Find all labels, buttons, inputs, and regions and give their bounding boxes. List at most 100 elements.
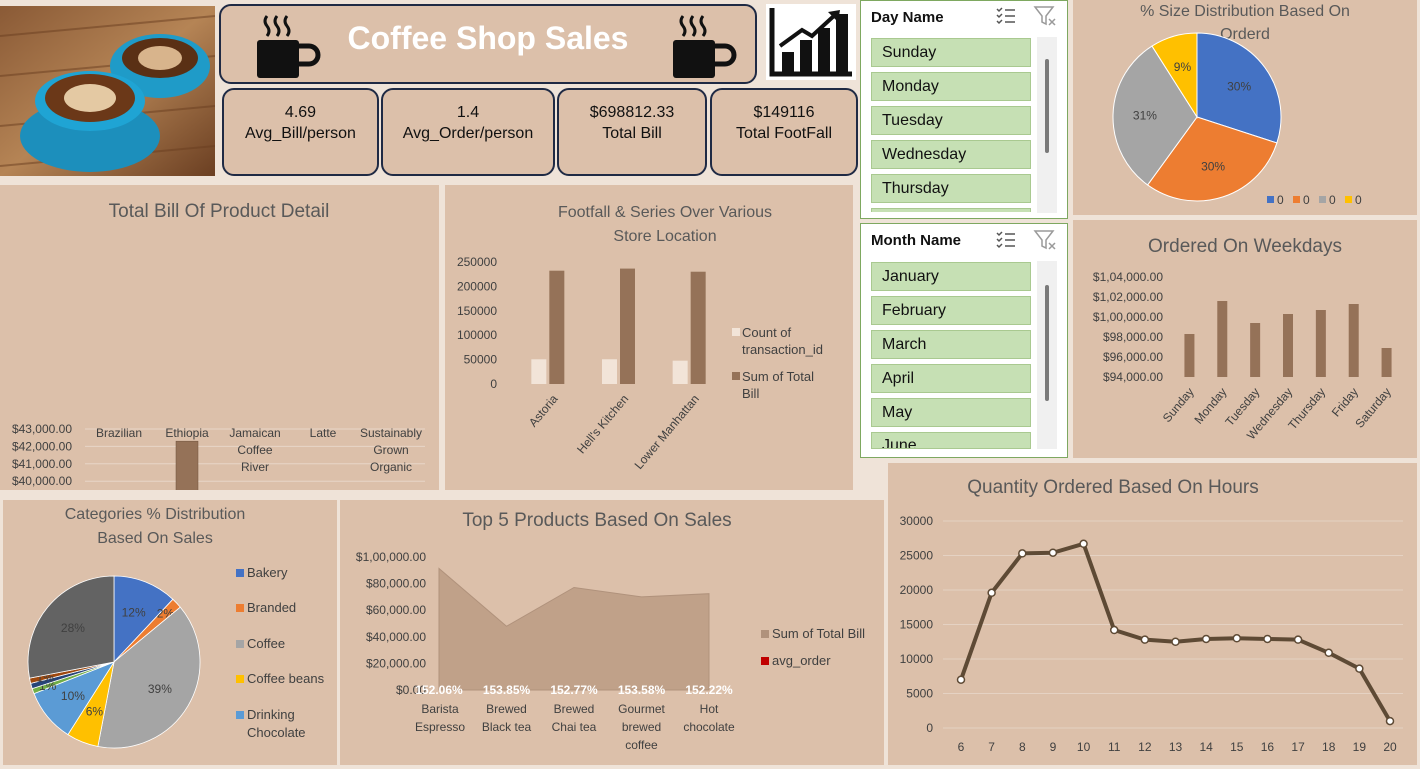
store-location-chart: Footfall & Series Over Various Store Loca… [457, 204, 823, 472]
legend-label: 0 [1277, 193, 1284, 207]
legend-label: 0 [1303, 193, 1310, 207]
chart-title: Top 5 Products Based On Sales [462, 510, 731, 531]
slicer-item-monday[interactable]: Monday [871, 72, 1031, 101]
x-tick-label: Sustainably [360, 426, 422, 440]
y-tick-label: 20000 [900, 583, 934, 597]
y-tick-label: 0 [490, 377, 497, 391]
chart-title: Total Bill Of Product Detail [109, 201, 330, 222]
data-label: 39% [148, 682, 172, 696]
day-slicer[interactable]: Day Name Sunday Monday Tuesday Wednesday… [860, 0, 1068, 219]
legend-label: Chocolate [247, 725, 306, 740]
legend-swatch [236, 569, 244, 577]
slicer-scrollbar[interactable] [1037, 37, 1057, 213]
y-tick-label: 15000 [900, 618, 934, 632]
legend-swatch [1267, 196, 1274, 203]
legend-swatch [732, 328, 740, 336]
x-tick-label: 6 [958, 740, 965, 754]
data-point [987, 588, 996, 598]
x-tick-label: 19 [1353, 740, 1367, 754]
x-tick-label: chocolate [683, 720, 735, 734]
slicer-item-partial[interactable] [871, 208, 1031, 212]
legend-label: transaction_id [742, 342, 823, 357]
x-tick-label: Hell's Kitchen [574, 392, 631, 456]
legend-swatch [1319, 196, 1326, 203]
bar [1348, 304, 1359, 377]
y-tick-label: $60,000.00 [366, 603, 426, 617]
x-tick-label: Sunday [1160, 385, 1197, 425]
data-label: 152.06% [415, 683, 463, 697]
panel-size-distribution: % Size Distribution Based On Orderd 30% 30%… [1073, 0, 1417, 215]
x-tick-label: 9 [1050, 740, 1057, 754]
slicer-item-thursday[interactable]: Thursday [871, 174, 1031, 203]
multi-select-icon[interactable] [995, 229, 1017, 251]
panel-weekdays: Ordered On Weekdays $94,000.00 $96,000.00 $… [1073, 220, 1417, 458]
y-tick-label: $20,000.00 [366, 656, 426, 670]
bar [531, 359, 547, 384]
legend-swatch [236, 604, 244, 612]
hours-chart: Quantity Ordered Based On Hours 0 5000 1000… [900, 477, 1403, 754]
legend-label: Sum of Total [742, 369, 814, 384]
x-tick-label: Hot [700, 702, 719, 716]
x-tick-label: Black tea [482, 720, 532, 734]
slicer-item-march[interactable]: March [871, 330, 1031, 359]
y-tick-label: $98,000.00 [1103, 330, 1163, 344]
panel-product-detail: Total Bill Of Product Detail$33,000.00$3… [0, 185, 439, 490]
y-tick-label: 100000 [457, 328, 497, 342]
chart-title: % Size Distribution Based On [1140, 3, 1350, 20]
x-tick-label: Saturday [1352, 385, 1394, 431]
x-tick-label: Brewed [554, 702, 595, 716]
scrollbar-thumb[interactable] [1045, 59, 1049, 153]
x-tick-label: 10 [1077, 740, 1091, 754]
clear-filter-icon[interactable] [1033, 229, 1057, 251]
x-tick-label: 16 [1261, 740, 1275, 754]
slicer-scrollbar[interactable] [1037, 261, 1057, 449]
legend-swatch [761, 630, 769, 638]
panel-store-location: Footfall & Series Over Various Store Loca… [445, 185, 853, 490]
slicer-item-february[interactable]: February [871, 296, 1031, 325]
y-tick-label: $96,000.00 [1103, 350, 1163, 364]
data-point [1355, 664, 1364, 673]
data-point [1140, 635, 1150, 644]
legend-label: 0 [1355, 193, 1362, 207]
legend-label: avg_order [772, 653, 831, 668]
data-point [1079, 539, 1088, 549]
data-label: 28% [61, 621, 85, 635]
x-tick-label: Brewed [486, 702, 527, 716]
bar [1217, 301, 1228, 377]
data-point [1324, 648, 1333, 658]
slicer-item-wednesday[interactable]: Wednesday [871, 140, 1031, 169]
slicer-item-may[interactable]: May [871, 398, 1031, 427]
kpi-value: $149116 [753, 104, 815, 121]
title-banner: Coffee Shop Sales [219, 4, 757, 84]
x-tick-label: Astoria [526, 392, 561, 430]
slicer-item-january[interactable]: January [871, 262, 1031, 291]
data-label: 30% [1227, 79, 1251, 93]
legend-label: Bill [742, 386, 759, 401]
slicer-item-tuesday[interactable]: Tuesday [871, 106, 1031, 135]
bar [672, 360, 688, 384]
chart-title: Ordered On Weekdays [1148, 236, 1342, 257]
x-tick-label: 8 [1019, 740, 1026, 754]
legend-swatch [761, 657, 769, 665]
x-tick-label: Ethiopia [165, 426, 209, 440]
y-tick-label: $42,000.00 [12, 439, 72, 453]
x-tick-label: Gourmet [618, 702, 665, 716]
y-tick-label: 150000 [457, 304, 497, 318]
data-point [1171, 637, 1180, 646]
multi-select-icon[interactable] [995, 5, 1017, 27]
data-point [1109, 625, 1119, 635]
month-slicer[interactable]: Month Name January February March April … [860, 223, 1068, 458]
x-tick-label: Friday [1329, 385, 1361, 420]
legend-label: 0 [1329, 193, 1336, 207]
slicer-item-april[interactable]: April [871, 364, 1031, 393]
chart-title: Store Location [613, 228, 716, 245]
legend-label: Coffee [247, 636, 285, 651]
slicer-item-sunday[interactable]: Sunday [871, 38, 1031, 67]
y-tick-label: $1,02,000.00 [1093, 290, 1163, 304]
scrollbar-thumb[interactable] [1045, 285, 1049, 401]
clear-filter-icon[interactable] [1033, 5, 1057, 27]
slicer-title: Month Name [871, 232, 961, 249]
bar [690, 271, 706, 384]
y-tick-label: $94,000.00 [1103, 370, 1163, 384]
slicer-item-june[interactable]: June [871, 432, 1031, 449]
